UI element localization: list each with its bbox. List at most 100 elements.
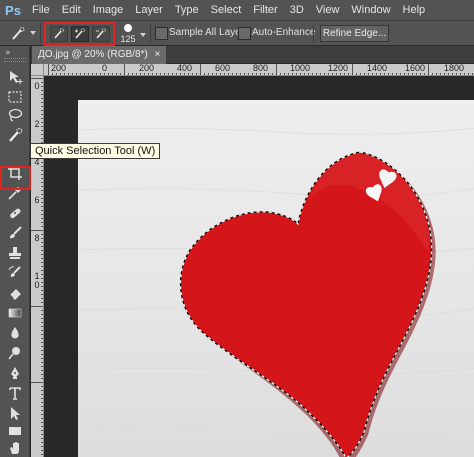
- quick-selection-add-icon: [74, 28, 85, 39]
- path-selection-icon: [11, 407, 20, 420]
- ruler-label: 4: [34, 157, 40, 167]
- type-icon: [9, 387, 21, 400]
- pen-tool[interactable]: [5, 364, 25, 382]
- gradient-icon: [8, 308, 22, 318]
- vertical-ruler[interactable]: 0 2 4 6 8 1 0: [31, 76, 44, 457]
- dodge-tool[interactable]: [5, 344, 25, 362]
- ruler-origin[interactable]: [31, 64, 44, 76]
- rectangle-tool[interactable]: [5, 422, 25, 440]
- chevron-down-icon: [140, 33, 146, 37]
- ruler-label: 800: [253, 64, 269, 73]
- photoshop-logo: Ps: [5, 2, 21, 18]
- document-tab[interactable]: ДО.jpg @ 20% (RGB/8*) ×: [32, 46, 167, 64]
- ruler-label: 1200: [328, 64, 349, 73]
- document-canvas[interactable]: [44, 76, 474, 457]
- auto-enhance-checkbox[interactable]: [238, 27, 251, 40]
- ruler-label: 400: [177, 64, 193, 73]
- blur-tool[interactable]: [5, 324, 25, 342]
- collapse-panel-icon[interactable]: »: [5, 48, 10, 58]
- brush-tool[interactable]: [5, 224, 25, 242]
- ruler-label: 1400: [367, 64, 388, 73]
- healing-brush-icon: [10, 208, 21, 219]
- lasso-icon: [8, 108, 23, 122]
- brush-size-picker[interactable]: 125: [118, 23, 148, 45]
- subtract-from-selection-button[interactable]: [91, 26, 110, 42]
- marquee-icon: [8, 91, 22, 103]
- ruler-label: 1800: [444, 64, 465, 73]
- move-icon: [10, 71, 23, 84]
- tools-panel: »: [0, 46, 31, 457]
- ruler-label: 600: [215, 64, 231, 73]
- menu-filter[interactable]: Filter: [247, 0, 283, 20]
- lasso-tool[interactable]: [5, 106, 25, 124]
- eraser-icon: [9, 289, 21, 300]
- history-brush-icon: [8, 266, 21, 277]
- move-tool[interactable]: [5, 68, 25, 86]
- tool-tooltip: Quick Selection Tool (W): [30, 143, 161, 159]
- menu-image[interactable]: Image: [87, 0, 130, 20]
- quick-selection-icon: [12, 27, 25, 40]
- quick-selection-icon: [53, 28, 64, 39]
- document-tab-bar: ДО.jpg @ 20% (RGB/8*) ×: [31, 46, 474, 64]
- quick-selection-tool[interactable]: [5, 126, 25, 144]
- pen-icon: [11, 367, 19, 379]
- menu-file[interactable]: File: [26, 0, 56, 20]
- menu-window[interactable]: Window: [345, 0, 396, 20]
- quick-selection-icon: [9, 127, 23, 142]
- options-bar: 125 Sample All Layers Auto-Enhance Refin…: [0, 20, 474, 46]
- ruler-label: 6: [34, 195, 40, 205]
- brush-tip-icon: [124, 24, 132, 32]
- blur-icon: [11, 327, 19, 339]
- chevron-down-icon: [30, 31, 36, 35]
- menu-view[interactable]: View: [310, 0, 346, 20]
- clone-stamp-icon: [9, 247, 21, 259]
- history-brush-tool[interactable]: [5, 264, 25, 282]
- horizontal-ruler[interactable]: 200 0 200 400 600 800 1000 1200 1400 160…: [44, 64, 474, 76]
- brush-size-value: 125: [120, 34, 136, 44]
- menu-layer[interactable]: Layer: [129, 0, 169, 20]
- menu-help[interactable]: Help: [397, 0, 432, 20]
- add-to-selection-button[interactable]: [70, 26, 89, 42]
- ruler-label: 200: [139, 64, 155, 73]
- ruler-label: 0: [34, 280, 40, 290]
- ruler-label: 0: [34, 81, 40, 91]
- shape-icon: [9, 427, 21, 435]
- type-tool[interactable]: [5, 384, 25, 402]
- refine-edge-button[interactable]: Refine Edge...: [320, 25, 389, 42]
- hand-icon: [10, 442, 19, 454]
- ruler-label: 0: [102, 64, 108, 73]
- healing-brush-tool[interactable]: [5, 204, 25, 222]
- ruler-ticks: [31, 78, 43, 455]
- divider: [313, 25, 314, 43]
- ruler-label: 1000: [290, 64, 311, 73]
- selection-mode-group: [44, 22, 115, 46]
- menu-select[interactable]: Select: [205, 0, 248, 20]
- dodge-icon: [8, 347, 20, 360]
- menu-type[interactable]: Type: [169, 0, 205, 20]
- tool-preset-picker[interactable]: [10, 25, 38, 43]
- panel-grip[interactable]: [4, 58, 26, 62]
- document-tab-title: ДО.jpg @ 20% (RGB/8*): [38, 49, 148, 60]
- marquee-tool[interactable]: [5, 88, 25, 106]
- tool-highlight-frame: [0, 166, 31, 190]
- ruler-label: 2: [34, 119, 40, 129]
- menu-bar: Ps File Edit Image Layer Type Select Fil…: [0, 0, 474, 20]
- close-icon[interactable]: ×: [155, 46, 161, 64]
- clone-stamp-tool[interactable]: [5, 244, 25, 262]
- sample-all-layers-checkbox[interactable]: [155, 27, 168, 40]
- divider: [40, 25, 41, 43]
- divider: [150, 25, 151, 43]
- new-selection-button[interactable]: [49, 26, 68, 42]
- gradient-tool[interactable]: [5, 304, 25, 322]
- quick-selection-subtract-icon: [95, 28, 106, 39]
- path-selection-tool[interactable]: [5, 404, 25, 422]
- ruler-label: 8: [34, 233, 40, 243]
- ruler-label: 200: [51, 64, 67, 73]
- menu-edit[interactable]: Edit: [56, 0, 87, 20]
- auto-enhance-label: Auto-Enhance: [252, 27, 316, 38]
- ruler-label: 1600: [405, 64, 426, 73]
- brush-icon: [10, 226, 22, 239]
- menu-3d[interactable]: 3D: [284, 0, 310, 20]
- eraser-tool[interactable]: [5, 284, 25, 302]
- hand-tool[interactable]: [5, 439, 25, 457]
